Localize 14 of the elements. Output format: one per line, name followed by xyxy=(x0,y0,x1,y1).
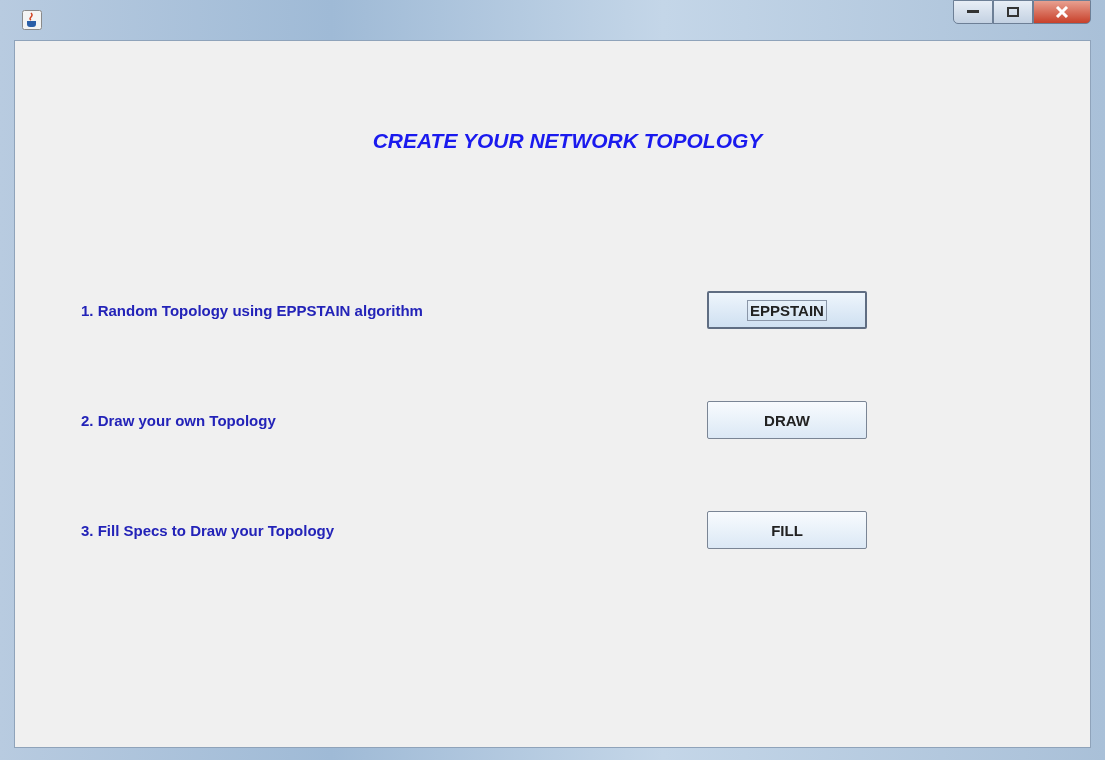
action-button[interactable]: FILL xyxy=(707,511,867,549)
heading: CREATE YOUR NETWORK TOPOLOGY xyxy=(371,129,765,153)
maximize-icon xyxy=(1007,7,1019,17)
close-button[interactable] xyxy=(1033,0,1091,24)
option-label: 2. Draw your own Topology xyxy=(81,411,277,429)
option-label: 3. Fill Specs to Draw your Topology xyxy=(81,521,336,539)
option-label: 1. Random Topology using EPPSTAIN algorithm xyxy=(81,301,424,319)
action-button[interactable]: EPPSTAIN xyxy=(707,291,867,329)
close-icon xyxy=(1055,6,1069,18)
minimize-icon xyxy=(967,10,979,14)
minimize-button[interactable] xyxy=(953,0,993,24)
maximize-button[interactable] xyxy=(993,0,1033,24)
action-button[interactable]: DRAW xyxy=(707,401,867,439)
cup-icon xyxy=(22,10,42,30)
